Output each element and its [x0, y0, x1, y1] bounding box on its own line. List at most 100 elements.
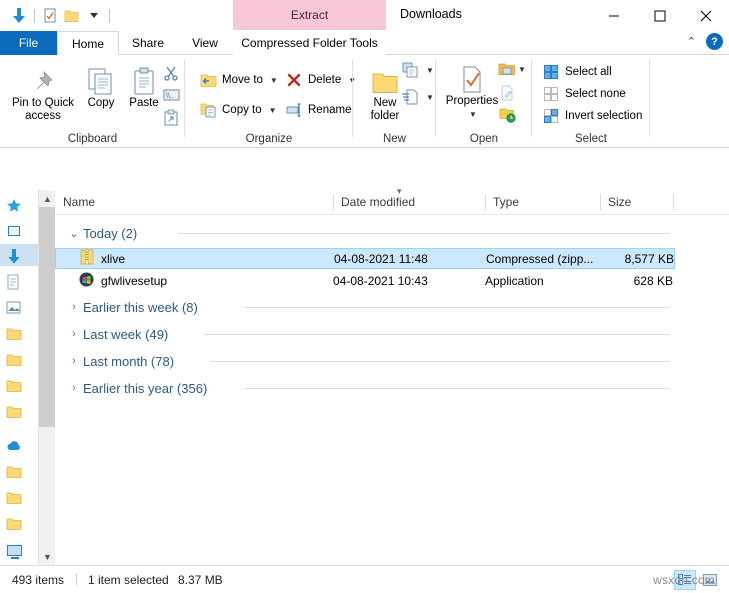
pin-to-quick-access-button[interactable]: Pin to Quick access [8, 63, 78, 123]
copy-to-icon [199, 101, 217, 119]
maximize-button[interactable] [637, 0, 683, 31]
group-header-earlier-this-week-label: Earlier this week (8) [83, 300, 198, 315]
tab-home[interactable]: Home [57, 31, 119, 56]
file-list-pane: Name Date modified ▾ Type Size ⌄ Today (… [55, 190, 729, 565]
view-toggle-group [674, 570, 721, 590]
open-button[interactable]: ▼ [496, 59, 528, 79]
nav-scroll-thumb[interactable] [39, 207, 56, 427]
move-to-button[interactable]: Move to ▼ [199, 71, 278, 89]
minimize-button[interactable] [591, 0, 637, 31]
group-header-today[interactable]: ⌄ Today (2) [65, 220, 137, 246]
properties-check-icon [459, 61, 485, 95]
rename-button[interactable]: Rename [285, 101, 351, 119]
download-arrow-icon[interactable] [8, 5, 30, 27]
nav-scroll-up-icon[interactable]: ▲ [39, 190, 56, 207]
copy-to-button[interactable]: Copy to ▼ [199, 101, 277, 119]
easy-access-button[interactable]: ▼ [401, 88, 434, 106]
column-header-name-label: Name [63, 195, 95, 209]
group-chevron-today-icon[interactable]: ⌄ [65, 227, 83, 240]
group-header-earlier-this-year[interactable]: › Earlier this year (356) [65, 375, 207, 401]
tab-share[interactable]: Share [119, 31, 177, 55]
column-header-size-label: Size [608, 195, 631, 209]
sidebar-item-onedrive[interactable] [6, 436, 38, 456]
sidebar-item-this-pc[interactable] [6, 542, 38, 562]
table-row[interactable]: xlive 04-08-2021 11:48 Compressed (zipp.… [55, 248, 675, 269]
properties-label: Properties [446, 95, 498, 108]
properties-caret-icon[interactable]: ▼ [469, 108, 477, 121]
tab-file[interactable]: File [0, 31, 57, 55]
properties-button[interactable]: Properties ▼ [440, 61, 504, 121]
file-name-label: xlive [101, 252, 125, 266]
sidebar-item-folder-7[interactable] [6, 514, 38, 534]
close-button[interactable] [683, 0, 729, 31]
open-caret-icon[interactable]: ▼ [518, 65, 526, 74]
sidebar-item-desktop[interactable] [6, 222, 38, 242]
paste-shortcut-button[interactable] [160, 107, 182, 127]
sidebar-item-folder-1[interactable] [6, 324, 38, 344]
group-rule-earlier-this-week [245, 307, 670, 308]
copy-path-button[interactable]: \\.. [160, 85, 182, 105]
delete-button[interactable]: Delete ▼ [285, 71, 356, 89]
move-to-caret-icon[interactable]: ▼ [270, 76, 278, 85]
copy-button[interactable]: Copy [80, 63, 122, 110]
table-row[interactable]: gfwlivesetup 04-08-2021 10:43 Applicatio… [55, 270, 675, 291]
group-chevron-earlier-this-week-icon[interactable]: › [65, 301, 83, 313]
file-name-cell: gfwlivesetup [79, 272, 167, 290]
new-item-caret-icon[interactable]: ▼ [426, 66, 434, 75]
large-icons-view-button[interactable] [699, 570, 721, 590]
paste-icon [131, 63, 157, 97]
collapse-ribbon-icon[interactable]: ⌃ [687, 35, 696, 48]
navigation-pane-scrollbar[interactable]: ▲ ▼ [38, 190, 55, 565]
contextual-tab-extract[interactable]: Extract [233, 0, 386, 30]
column-header-name[interactable]: Name [55, 190, 333, 214]
cut-button[interactable] [160, 63, 182, 83]
sidebar-item-folder-5[interactable] [6, 462, 38, 482]
column-header-date-modified[interactable]: Date modified [333, 190, 485, 214]
nav-scroll-down-icon[interactable]: ▼ [39, 548, 56, 565]
ribbon-group-select-label: Select [532, 133, 650, 145]
details-view-button[interactable] [674, 570, 696, 590]
properties-icon[interactable] [39, 5, 61, 27]
quick-access-toolbar [8, 4, 114, 28]
ribbon-group-open: Properties ▼ ▼ [436, 55, 532, 147]
paste-label: Paste [129, 97, 158, 110]
invert-selection-label: Invert selection [565, 110, 642, 122]
group-header-earlier-this-week[interactable]: › Earlier this week (8) [65, 294, 198, 320]
sidebar-item-pictures[interactable] [6, 298, 38, 318]
select-none-button[interactable]: Select none [542, 85, 626, 103]
group-rule-today [178, 233, 670, 234]
copy-to-caret-icon[interactable]: ▼ [269, 106, 277, 115]
group-chevron-earlier-this-year-icon[interactable]: › [65, 382, 83, 394]
select-all-button[interactable]: Select all [542, 63, 612, 81]
help-icon[interactable]: ? [706, 33, 723, 50]
edit-button[interactable] [496, 83, 518, 103]
tab-compressed-folder-tools[interactable]: Compressed Folder Tools [233, 31, 386, 55]
column-header-size[interactable]: Size [600, 190, 673, 214]
easy-access-caret-icon[interactable]: ▼ [426, 93, 434, 102]
history-button[interactable] [496, 105, 518, 125]
new-folder-icon[interactable] [61, 5, 83, 27]
sidebar-item-folder-6[interactable] [6, 488, 38, 508]
status-selection: 1 item selected [88, 573, 169, 587]
sidebar-item-folder-4[interactable] [6, 402, 38, 422]
sidebar-item-documents[interactable] [6, 272, 38, 292]
sidebar-item-folder-2[interactable] [6, 350, 38, 370]
tab-view[interactable]: View [177, 31, 233, 55]
file-date-cell: 04-08-2021 11:48 [334, 252, 428, 266]
group-header-last-week[interactable]: › Last week (49) [65, 321, 168, 347]
tab-share-label: Share [132, 36, 164, 50]
navigation-pane[interactable] [0, 190, 38, 565]
sidebar-item-downloads[interactable] [6, 246, 38, 266]
group-chevron-last-week-icon[interactable]: › [65, 328, 83, 340]
new-item-button[interactable]: ▼ [401, 61, 434, 79]
column-header-type[interactable]: Type [485, 190, 600, 214]
sidebar-item-quick-access[interactable] [6, 196, 38, 216]
group-header-today-label: Today (2) [83, 226, 137, 241]
column-divider-4[interactable] [673, 194, 674, 210]
easy-access-icon [401, 88, 419, 106]
sidebar-item-folder-3[interactable] [6, 376, 38, 396]
group-header-last-month[interactable]: › Last month (78) [65, 348, 174, 374]
invert-selection-button[interactable]: Invert selection [542, 107, 642, 125]
customize-dropdown-icon[interactable] [83, 5, 105, 27]
group-chevron-last-month-icon[interactable]: › [65, 355, 83, 367]
